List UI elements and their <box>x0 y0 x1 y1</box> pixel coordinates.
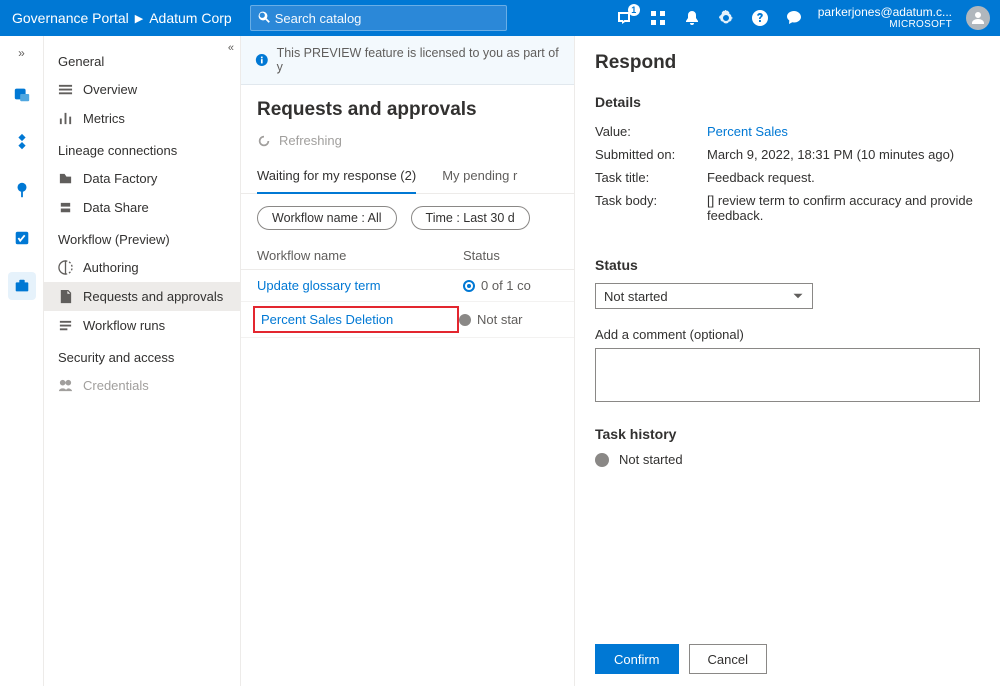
expand-rail-icon[interactable]: » <box>18 46 25 60</box>
respond-panel: Respond Details Value:Percent Sales Subm… <box>574 36 1000 686</box>
page-title: Requests and approvals <box>241 85 574 127</box>
inbox-icon[interactable]: 1 <box>614 8 634 28</box>
search-input[interactable]: Search catalog <box>250 5 507 31</box>
status-select[interactable]: Not started <box>595 283 813 309</box>
sidebar-item-overview[interactable]: Overview <box>44 75 240 104</box>
help-icon[interactable] <box>750 8 770 28</box>
table-row[interactable]: Percent Sales Deletion Not star <box>241 302 574 338</box>
org-label: MICROSOFT <box>889 19 952 30</box>
user-block[interactable]: parkerjones@adatum.c... MICROSOFT <box>818 6 952 30</box>
rail-item-3[interactable] <box>8 176 36 204</box>
comment-label: Add a comment (optional) <box>595 327 980 342</box>
status-dot-icon <box>595 453 609 467</box>
search-icon <box>257 10 271 27</box>
sidebar-section-security: Security and access <box>44 340 240 371</box>
info-icon <box>255 53 269 67</box>
sidebar-item-requests[interactable]: Requests and approvals <box>44 282 240 311</box>
filter-workflow[interactable]: Workflow name : All <box>257 206 397 230</box>
preview-banner: This PREVIEW feature is licensed to you … <box>241 36 574 85</box>
status-heading: Status <box>595 257 980 273</box>
bell-icon[interactable] <box>682 8 702 28</box>
table-row[interactable]: Update glossary term 0 of 1 co <box>241 270 574 302</box>
status-ring-icon <box>463 280 475 292</box>
row-link[interactable]: Update glossary term <box>257 278 463 293</box>
top-bar: Governance Portal ▶ Adatum Corp Search c… <box>0 0 1000 36</box>
sidebar-section-lineage: Lineage connections <box>44 133 240 164</box>
panel-title: Respond <box>595 52 980 74</box>
row-link-highlight[interactable]: Percent Sales Deletion <box>253 306 459 333</box>
rail-item-1[interactable] <box>8 80 36 108</box>
sidebar-item-runs[interactable]: Workflow runs <box>44 311 240 340</box>
gear-icon[interactable] <box>716 8 736 28</box>
sidebar-item-credentials[interactable]: Credentials <box>44 371 240 400</box>
collapse-sidebar-icon[interactable]: « <box>228 42 234 54</box>
feedback-icon[interactable] <box>784 8 804 28</box>
chevron-right-icon: ▶ <box>135 12 143 25</box>
rail-item-workflow[interactable] <box>8 272 36 300</box>
apps-icon[interactable] <box>648 8 668 28</box>
comment-input[interactable] <box>595 348 980 402</box>
cancel-button[interactable]: Cancel <box>689 644 767 674</box>
sidebar: « General Overview Metrics Lineage conne… <box>44 36 241 686</box>
confirm-button[interactable]: Confirm <box>595 644 679 674</box>
table-header: Workflow name Status <box>241 242 574 270</box>
status-dot-icon <box>459 314 471 326</box>
spinner-icon <box>257 134 271 148</box>
filters: Workflow name : All Time : Last 30 d <box>241 194 574 242</box>
tabs: Waiting for my response (2) My pending r <box>241 158 574 194</box>
user-email: parkerjones@adatum.c... <box>818 6 952 19</box>
nav-rail: » <box>0 36 44 686</box>
sidebar-item-authoring[interactable]: Authoring <box>44 253 240 282</box>
brand[interactable]: Governance Portal <box>0 10 129 26</box>
rail-item-4[interactable] <box>8 224 36 252</box>
sidebar-section-workflow: Workflow (Preview) <box>44 222 240 253</box>
sidebar-item-data-factory[interactable]: Data Factory <box>44 164 240 193</box>
tab-waiting[interactable]: Waiting for my response (2) <box>257 158 416 193</box>
sidebar-section-general: General <box>44 44 240 75</box>
refresh-indicator: Refreshing <box>241 127 574 158</box>
task-history-heading: Task history <box>595 426 980 442</box>
tab-pending[interactable]: My pending r <box>442 158 517 193</box>
sidebar-item-data-share[interactable]: Data Share <box>44 193 240 222</box>
col-name: Workflow name <box>257 248 463 263</box>
history-item: Not started <box>595 452 980 467</box>
filter-time[interactable]: Time : Last 30 d <box>411 206 530 230</box>
rail-item-2[interactable] <box>8 128 36 156</box>
avatar[interactable] <box>966 6 990 30</box>
details-heading: Details <box>595 94 980 110</box>
value-link[interactable]: Percent Sales <box>707 124 980 139</box>
chevron-down-icon <box>792 290 804 302</box>
main-content: This PREVIEW feature is licensed to you … <box>241 36 574 686</box>
breadcrumb[interactable]: Adatum Corp <box>149 10 231 26</box>
notification-badge: 1 <box>628 4 640 16</box>
search-placeholder: Search catalog <box>271 11 500 26</box>
col-status: Status <box>463 248 558 263</box>
sidebar-item-metrics[interactable]: Metrics <box>44 104 240 133</box>
